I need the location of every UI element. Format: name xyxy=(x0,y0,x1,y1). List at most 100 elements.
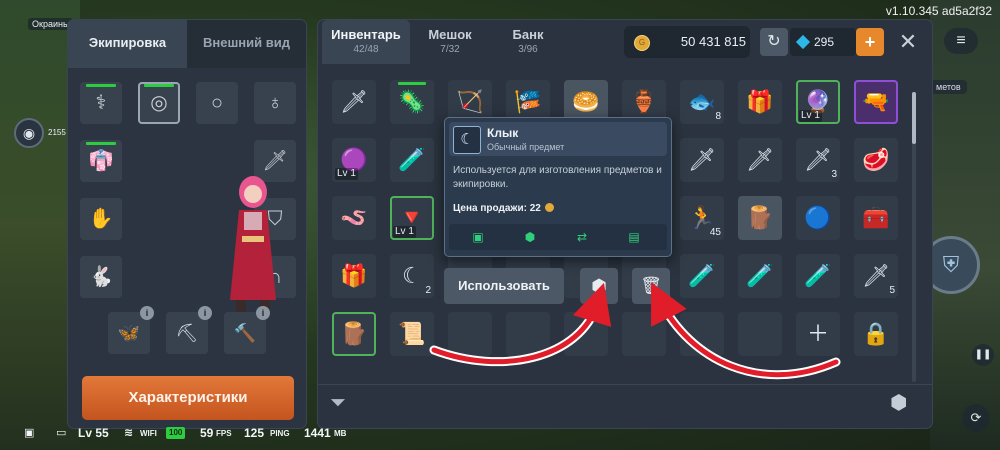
inventory-slot[interactable]: 🗡 3 xyxy=(796,138,840,182)
item-icon: 🥩 xyxy=(862,147,890,172)
scrollbar-thumb[interactable] xyxy=(912,92,916,144)
inventory-slot[interactable]: 🗡 5 xyxy=(854,254,898,298)
inventory-slot[interactable] xyxy=(622,312,666,356)
transfer-icon[interactable]: ⇄ xyxy=(573,228,591,246)
refresh-icon[interactable]: ↻ xyxy=(760,28,788,56)
item-icon: 🗡 xyxy=(340,89,368,114)
slot-body[interactable]: 👘 xyxy=(80,140,122,182)
inventory-slot[interactable]: 🔮 Lv 1 xyxy=(796,80,840,124)
inventory-slot[interactable]: 🧪 xyxy=(738,254,782,298)
inventory-slot[interactable]: 🔵 xyxy=(796,196,840,240)
inventory-slot[interactable]: 🧰 xyxy=(854,196,898,240)
inventory-slot[interactable]: 🔻 Lv 1 xyxy=(390,196,434,240)
inventory-slot[interactable]: 🧪 xyxy=(680,254,724,298)
inventory-slot[interactable]: 🦠 xyxy=(390,80,434,124)
terminal-icon[interactable]: ▣ xyxy=(24,426,34,439)
item-icon: 🪵 xyxy=(746,205,774,230)
item-icon: 🧪 xyxy=(746,263,774,288)
inventory-slot[interactable]: 🎁 xyxy=(332,254,376,298)
hammer-icon: 🔨 xyxy=(233,323,257,343)
inventory-slot[interactable]: 🎁 xyxy=(738,80,782,124)
inventory-slot[interactable]: 🏃 45 xyxy=(680,196,724,240)
info-icon[interactable]: i xyxy=(140,306,154,320)
inventory-slot[interactable]: 🥩 xyxy=(854,138,898,182)
wifi-label: WIFI xyxy=(140,429,157,438)
globe-icon[interactable]: ◉ xyxy=(14,118,44,148)
version-label: v1.10.345 ad5a2f32 xyxy=(885,4,992,18)
inventory-slot[interactable]: 🔒 xyxy=(854,312,898,356)
tab-inventory[interactable]: Инвентарь 42/48 xyxy=(322,20,410,64)
characteristics-button[interactable]: Характеристики xyxy=(82,376,294,420)
slot-ring[interactable]: ○ xyxy=(196,82,238,124)
skill-slot-hammer[interactable]: 🔨 i xyxy=(224,306,270,354)
sell-price-text: Цена продажи: 22 xyxy=(453,203,541,214)
message-icon[interactable]: ▭ xyxy=(56,426,66,439)
package-icon[interactable]: ⬢ xyxy=(890,390,907,415)
inventory-slot[interactable]: ☾ 2 xyxy=(390,254,434,298)
slot-gloves[interactable]: ✋ xyxy=(80,198,122,240)
wifi-strength: 100 xyxy=(166,427,186,439)
tab-equipment[interactable]: Экипировка xyxy=(68,20,187,68)
info-icon[interactable]: i xyxy=(198,306,212,320)
add-gems-button[interactable]: + xyxy=(856,28,884,56)
memory-unit: MB xyxy=(334,429,347,438)
delete-button[interactable]: 🗑 xyxy=(632,268,670,304)
package-icon[interactable]: ⬢ xyxy=(521,228,539,246)
close-icon[interactable]: ✕ xyxy=(894,28,922,56)
package-button[interactable]: ⬢ xyxy=(580,268,618,304)
filter-icon[interactable]: ⏷ xyxy=(330,392,346,415)
inventory-slot[interactable]: 🪵 xyxy=(738,196,782,240)
tab-count: 7/32 xyxy=(440,44,460,55)
tab-bag[interactable]: Мешок 7/32 xyxy=(406,20,494,64)
use-button[interactable]: Использовать xyxy=(444,268,564,304)
item-icon: 🎁 xyxy=(340,263,368,288)
inventory-slot[interactable]: 📜 xyxy=(390,312,434,356)
character-avatar xyxy=(230,176,276,314)
side-action-icon[interactable]: ⟳ xyxy=(962,404,990,432)
tab-appearance[interactable]: Внешний вид xyxy=(187,20,306,68)
inventory-slot[interactable]: 🗡 xyxy=(332,80,376,124)
slot-head[interactable]: ◎ xyxy=(138,82,180,124)
item-level: Lv 1 xyxy=(799,110,822,122)
inventory-slot[interactable]: 🧪 xyxy=(390,138,434,182)
pause-icon[interactable]: ❚❚ xyxy=(972,344,994,366)
skill-slot-mask[interactable]: 🦋 i xyxy=(108,306,154,354)
item-quantity: 2 xyxy=(425,285,431,296)
inventory-slot[interactable]: 🟣 Lv 1 xyxy=(332,138,376,182)
tab-label: Инвентарь xyxy=(331,27,401,42)
slot-amulet[interactable]: ♁ xyxy=(254,82,296,124)
inventory-slot[interactable]: 🪵 xyxy=(332,312,376,356)
wifi-icon: ≋ xyxy=(124,427,134,439)
inventory-slot[interactable]: 🗡 xyxy=(738,138,782,182)
item-icon: 🎏 xyxy=(514,89,542,114)
inventory-slot[interactable] xyxy=(680,312,724,356)
inventory-slot[interactable]: 🐟 8 xyxy=(680,80,724,124)
coin-icon xyxy=(544,203,554,212)
gold-amount: 50 431 815 xyxy=(680,34,746,49)
item-icon: ＋ xyxy=(806,321,829,346)
gem-icon xyxy=(795,34,811,50)
tooltip-actions: ▣ ⬢ ⇄ ▤ xyxy=(449,224,667,250)
info-icon[interactable]: i xyxy=(256,306,270,320)
slot-pet[interactable]: 🐇 xyxy=(80,256,122,298)
inventory-slot[interactable]: 🪱 xyxy=(332,196,376,240)
inventory-slot[interactable] xyxy=(564,312,608,356)
inventory-slot[interactable]: 🔫 xyxy=(854,80,898,124)
inventory-slot[interactable]: ＋ xyxy=(796,312,840,356)
inventory-slot[interactable] xyxy=(506,312,550,356)
inventory-slot[interactable] xyxy=(448,312,492,356)
trash-icon[interactable]: ▣ xyxy=(469,228,487,246)
skill-slot-pickaxe[interactable]: ⛏ i xyxy=(166,306,212,354)
inventory-slot[interactable] xyxy=(738,312,782,356)
inventory-slot[interactable]: 🗡 xyxy=(680,138,724,182)
slot-weapon[interactable]: ⚕ xyxy=(80,82,122,124)
tooltip-header: ☾ Клык Обычный предмет xyxy=(449,122,667,156)
item-icon: 🥯 xyxy=(572,89,600,114)
fps-value: 59 xyxy=(200,426,214,440)
menu-icon[interactable]: ≡ xyxy=(944,28,978,54)
item-rarity: Обычный предмет xyxy=(487,142,565,152)
kimono-icon: 👘 xyxy=(88,150,114,172)
inventory-slot[interactable]: 🧪 xyxy=(796,254,840,298)
tab-bank[interactable]: Банк 3/96 xyxy=(484,20,572,64)
chest-icon[interactable]: ▤ xyxy=(625,228,643,246)
